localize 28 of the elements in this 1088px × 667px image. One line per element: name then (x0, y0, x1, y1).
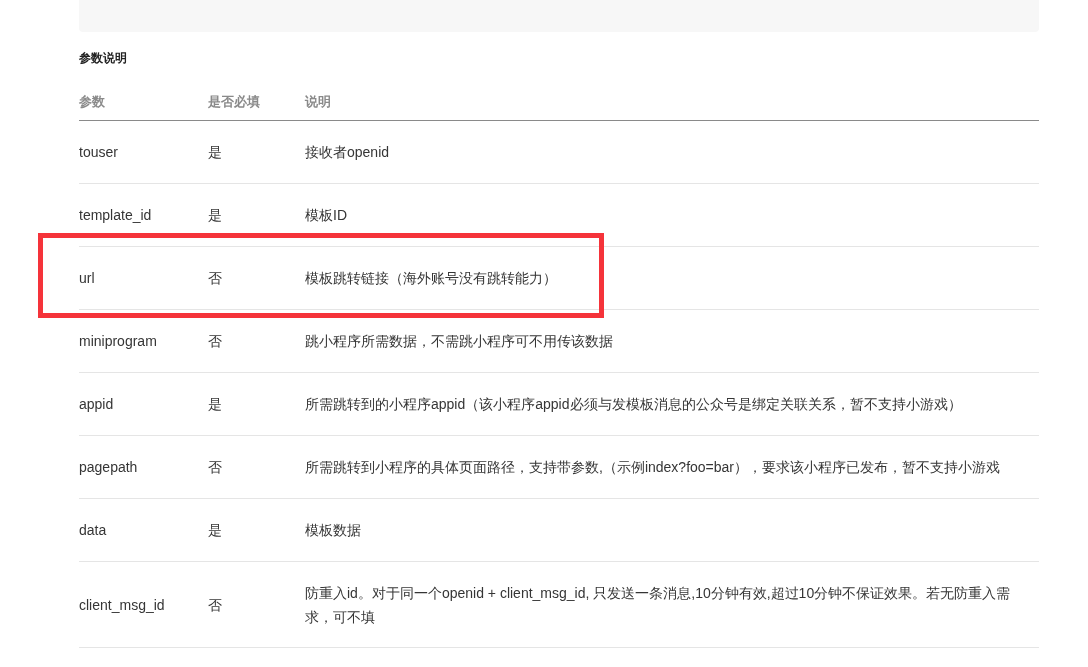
table-cell: 模板数据 (305, 522, 361, 538)
table-cell: 否 (208, 596, 222, 613)
table-cell: appid (79, 396, 114, 412)
table-cell: 模板跳转链接（海外账号没有跳转能力） (305, 270, 557, 286)
column-header: 是否必填 (208, 94, 261, 110)
table-cell: 否 (208, 270, 222, 286)
column-header: 参数 (79, 94, 106, 110)
table-cell: 所需跳转到小程序的具体页面路径，支持带参数,（示例index?foo=bar），要求该小程序已发布，暂不支持小游戏 (305, 459, 1001, 475)
table-cell: miniprogram (79, 333, 157, 349)
table-cell: url (79, 270, 95, 286)
table-cell: 所需跳转到的小程序appid（该小程序appid必须与发模板消息的公众号是绑定关联关系，暂不支持小游戏） (305, 396, 962, 412)
table-cell: 否 (208, 459, 222, 475)
column-header: 说明 (305, 94, 332, 110)
section-title: 参数说明 (79, 50, 128, 66)
table-cell: touser (79, 144, 118, 160)
table-cell: 否 (208, 333, 222, 349)
table-cell: 是 (208, 207, 222, 223)
table-cell: 是 (208, 144, 222, 160)
table-cell: 模板ID (305, 207, 347, 223)
table-cell: pagepath (79, 459, 138, 475)
table-cell: template_id (79, 207, 152, 223)
table-cell: 跳小程序所需数据，不需跳小程序可不用传该数据 (305, 333, 613, 349)
table-cell: 是 (208, 522, 222, 538)
table-cell: data (79, 522, 107, 538)
table-cell: 是 (208, 396, 222, 412)
table-cell: 防重入id。对于同一个openid + client_msg_id, 只发送一条消息,10分钟有效,超过10分钟不保证效果。若无防重入需求，可不填 (305, 584, 1011, 625)
table-cell: 接收者openid (305, 144, 390, 160)
table-cell: client_msg_id (79, 596, 165, 613)
